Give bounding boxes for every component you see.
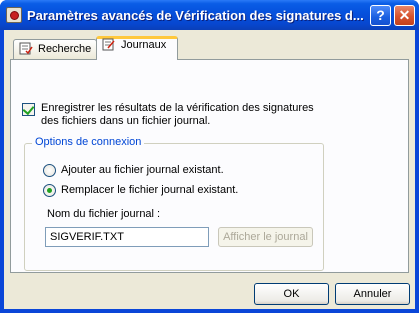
checkmark-icon [22, 102, 35, 116]
tab-label-recherche: Recherche [38, 43, 92, 55]
tab-label-journaux: Journaux [121, 39, 167, 51]
view-log-button[interactable]: Afficher le journal [218, 227, 313, 247]
title-bar[interactable]: Paramètres avancés de Vérification des s… [0, 0, 419, 30]
log-results-label: Enregistrer les résultats de la vérifica… [41, 102, 314, 127]
close-button[interactable]: ✕ [394, 5, 415, 26]
help-button[interactable]: ? [370, 5, 391, 26]
log-document-icon [102, 38, 115, 51]
tab-journaux[interactable]: Journaux [96, 36, 178, 60]
filename-label: Nom du fichier journal : [47, 208, 161, 220]
dialog-body: Recherche Journaux Enregistrer les résul… [4, 30, 415, 309]
filename-input[interactable]: SIGVERIF.TXT [45, 227, 209, 247]
certificate-icon [6, 7, 22, 23]
connection-options-group [24, 143, 324, 271]
group-title: Options de connexion [32, 136, 145, 148]
tab-recherche[interactable]: Recherche [13, 39, 97, 59]
ok-button[interactable]: OK [254, 283, 329, 305]
window-title: Paramètres avancés de Vérification des s… [27, 8, 364, 23]
log-results-checkbox[interactable] [22, 102, 35, 116]
cancel-button[interactable]: Annuler [335, 283, 410, 305]
document-check-icon [19, 42, 33, 55]
radio-replace-label: Remplacer le fichier journal existant. [61, 184, 239, 196]
dialog-window: Paramètres avancés de Vérification des s… [0, 0, 419, 313]
radio-replace[interactable] [43, 184, 56, 197]
radio-append-label: Ajouter au fichier journal existant. [61, 164, 224, 176]
radio-selected-dot [47, 188, 52, 193]
tab-panel-journaux: Enregistrer les résultats de la vérifica… [10, 59, 409, 273]
radio-append[interactable] [43, 164, 56, 177]
